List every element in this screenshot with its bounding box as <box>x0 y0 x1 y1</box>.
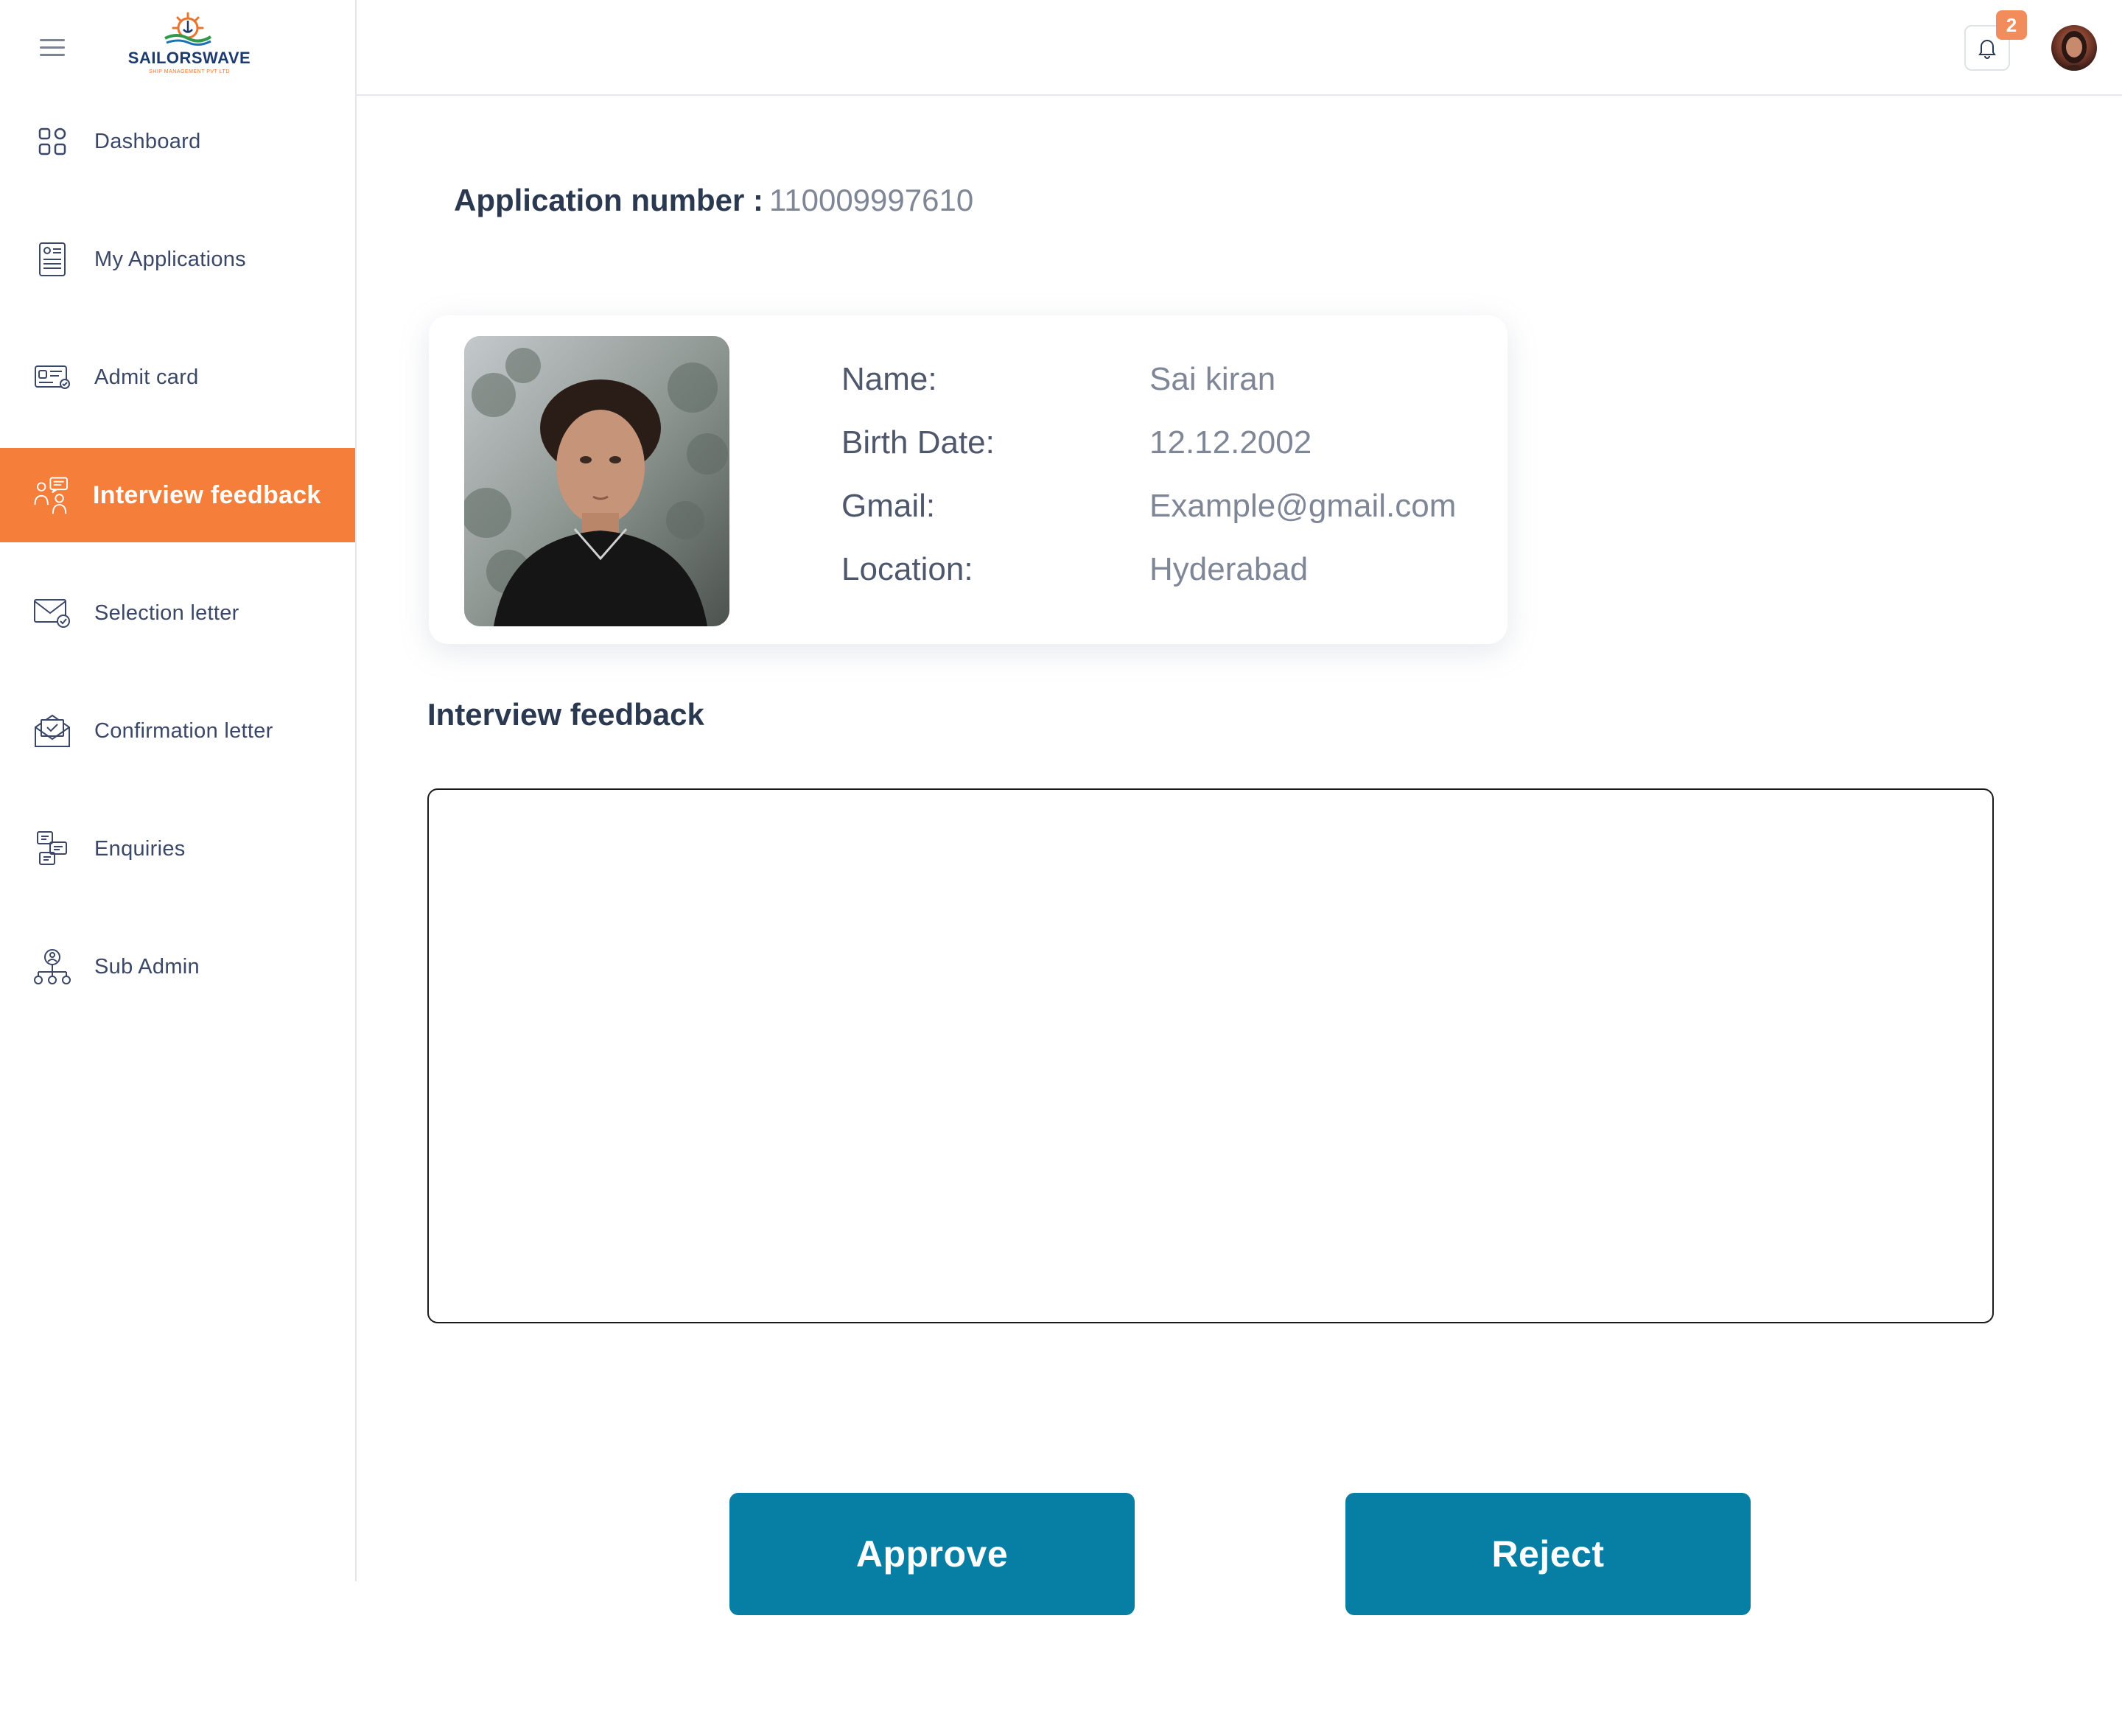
applicant-photo <box>464 336 729 626</box>
application-number-label: Application number : <box>454 183 763 217</box>
gmail-value: Example@gmail.com <box>1149 488 1457 524</box>
sidebar-item-label: Confirmation letter <box>94 718 273 743</box>
interview-feedback-icon <box>32 475 72 515</box>
user-avatar[interactable] <box>2051 25 2097 71</box>
gmail-label: Gmail: <box>841 488 936 524</box>
application-number-value: 110009997610 <box>769 183 974 217</box>
sidebar-item-label: Interview feedback <box>93 480 321 509</box>
sidebar-item-label: Admit card <box>94 365 199 389</box>
dashboard-grid-icon <box>32 122 72 161</box>
name-label: Name: <box>841 361 937 397</box>
sidebar-item-dashboard[interactable]: Dashboard <box>0 94 355 189</box>
open-envelope-icon <box>32 711 72 751</box>
sidebar-item-enquiries[interactable]: Enquiries <box>0 802 355 896</box>
enquiries-icon <box>32 829 72 869</box>
birth-date-label: Birth Date: <box>841 424 995 461</box>
brand-name: SAILORSWAVE <box>127 49 251 67</box>
envelope-check-icon <box>32 593 72 633</box>
reject-button[interactable]: Reject <box>1345 1493 1751 1615</box>
applicant-profile-card: Name: Sai kiran Birth Date: 12.12.2002 G… <box>429 315 1508 644</box>
sidebar-item-label: Enquiries <box>94 836 186 861</box>
info-row-name: Name: Sai kiran <box>841 361 1490 424</box>
info-row-location: Location: Hyderabad <box>841 551 1490 615</box>
sidebar-item-label: Sub Admin <box>94 954 200 979</box>
info-row-birth-date: Birth Date: 12.12.2002 <box>841 424 1490 488</box>
location-value: Hyderabad <box>1149 551 1309 587</box>
info-row-gmail: Gmail: Example@gmail.com <box>841 488 1490 551</box>
avatar-portrait-icon <box>2062 31 2087 71</box>
top-header <box>357 0 2122 96</box>
notification-count-badge: 2 <box>1996 10 2027 40</box>
approve-button[interactable]: Approve <box>729 1493 1135 1615</box>
sidebar-item-sub-admin[interactable]: Sub Admin <box>0 920 355 1014</box>
application-number: Application number :110009997610 <box>454 183 973 218</box>
document-list-icon <box>32 239 72 279</box>
birth-date-value: 12.12.2002 <box>1149 424 1312 461</box>
sidebar-item-my-applications[interactable]: My Applications <box>0 212 355 307</box>
sidebar-item-label: My Applications <box>94 247 246 271</box>
sidebar-item-confirmation-letter[interactable]: Confirmation letter <box>0 684 355 778</box>
org-chart-icon <box>32 947 72 987</box>
id-card-icon <box>32 357 72 397</box>
location-label: Location: <box>841 551 973 587</box>
bell-icon <box>1978 40 1996 59</box>
sidebar: SAILORSWAVE SHIP MANAGEMENT PVT LTD Dash… <box>0 0 357 1581</box>
sidebar-item-admit-card[interactable]: Admit card <box>0 330 355 424</box>
interview-feedback-heading: Interview feedback <box>427 697 704 732</box>
brand-tagline: SHIP MANAGEMENT PVT LTD <box>149 69 230 74</box>
interview-feedback-textarea[interactable] <box>427 788 1994 1323</box>
hamburger-menu-icon[interactable] <box>40 37 65 57</box>
ship-wheel-logo-icon <box>164 12 212 46</box>
applicant-info: Name: Sai kiran Birth Date: 12.12.2002 G… <box>841 361 1490 615</box>
sidebar-item-label: Selection letter <box>94 601 239 625</box>
sidebar-item-interview-feedback[interactable]: Interview feedback <box>0 448 355 542</box>
sidebar-item-selection-letter[interactable]: Selection letter <box>0 566 355 660</box>
sidebar-item-label: Dashboard <box>94 129 201 153</box>
brand-logo[interactable]: SAILORSWAVE SHIP MANAGEMENT PVT LTD <box>118 10 258 77</box>
name-value: Sai kiran <box>1149 361 1276 397</box>
